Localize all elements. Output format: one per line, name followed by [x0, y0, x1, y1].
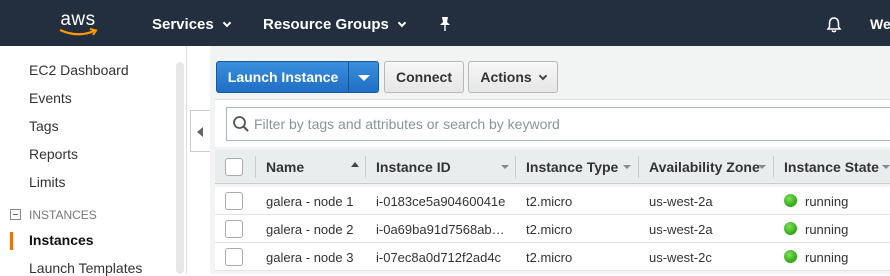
actions-label: Actions: [480, 69, 532, 85]
column-header-instance-id[interactable]: Instance ID: [376, 159, 451, 175]
sort-icon[interactable]: [501, 165, 509, 169]
user-menu[interactable]: Welcome: [870, 16, 890, 32]
column-separator: [773, 156, 774, 178]
column-separator: [515, 156, 516, 178]
select-all-checkbox[interactable]: [225, 158, 243, 176]
column-header-instance-type[interactable]: Instance Type: [526, 159, 618, 175]
cell-name: galera - node 3: [266, 250, 354, 265]
cell-instance-type: t2.micro: [526, 222, 573, 237]
chevron-down-icon: [222, 18, 231, 28]
running-status-icon: [784, 250, 797, 263]
cell-availability-zone: us-west-2a: [649, 222, 713, 237]
column-separator: [365, 156, 366, 178]
sort-icon[interactable]: [758, 165, 766, 169]
table-header: Name Instance ID Instance Type Availabil…: [215, 150, 890, 184]
cell-instance-state: running: [805, 222, 849, 237]
sidebar-item-ec2-dashboard[interactable]: EC2 Dashboard: [29, 62, 129, 78]
pin-icon[interactable]: [438, 16, 452, 36]
notifications-bell-icon[interactable]: [826, 16, 842, 37]
resource-groups-menu[interactable]: Resource Groups: [263, 16, 407, 33]
services-menu[interactable]: Services: [152, 16, 231, 33]
cell-instance-state: running: [805, 250, 849, 265]
sidebar-scrollbar[interactable]: [176, 62, 184, 274]
row-checkbox[interactable]: [225, 220, 243, 238]
top-nav-bar: aws Services Resource Groups Welcome: [0, 0, 890, 46]
sidebar-item-tags[interactable]: Tags: [29, 118, 59, 134]
active-indicator: [10, 232, 13, 250]
launch-instance-button[interactable]: Launch Instance: [216, 61, 379, 93]
cell-availability-zone: us-west-2a: [649, 194, 713, 209]
smile-arrow-icon: [59, 28, 98, 36]
caret-down-icon[interactable]: [358, 75, 370, 81]
sidebar-group-label: INSTANCES: [29, 208, 97, 222]
column-header-availability-zone[interactable]: Availability Zone: [649, 159, 760, 175]
cell-name: galera - node 1: [266, 194, 354, 209]
actions-button[interactable]: Actions: [468, 61, 558, 93]
cell-instance-id: i-07ec8a0d712f2ad4c: [376, 250, 502, 265]
search-input[interactable]: [254, 112, 874, 136]
column-separator: [638, 156, 639, 178]
cell-instance-id: i-0183ce5a90460041e: [376, 194, 506, 209]
running-status-icon: [784, 194, 797, 207]
cell-availability-zone: us-west-2c: [649, 250, 712, 265]
sidebar-group-instances[interactable]: INSTANCES: [10, 208, 97, 222]
sidebar-divider: [186, 46, 187, 274]
sidebar-item-reports[interactable]: Reports: [29, 146, 78, 162]
table-row[interactable]: galera - node 2 i-0a69ba91d7568ab… t2.mi…: [215, 215, 890, 243]
column-header-instance-state[interactable]: Instance State: [784, 159, 879, 175]
launch-instance-label: Launch Instance: [227, 69, 339, 85]
running-status-icon: [784, 222, 797, 235]
chevron-down-icon: [538, 71, 547, 81]
cell-instance-id: i-0a69ba91d7568ab…: [376, 222, 505, 237]
cell-instance-state: running: [805, 194, 849, 209]
row-checkbox[interactable]: [225, 192, 243, 210]
table-row[interactable]: galera - node 3 i-07ec8a0d712f2ad4c t2.m…: [215, 243, 890, 271]
chevron-down-icon: [397, 18, 407, 28]
cell-name: galera - node 2: [266, 222, 354, 237]
aws-logo[interactable]: aws: [56, 9, 100, 39]
services-label: Services: [152, 16, 214, 33]
cell-instance-type: t2.micro: [526, 250, 573, 265]
sort-icon[interactable]: [623, 165, 631, 169]
search-icon: [232, 115, 250, 136]
sidebar-item-instances[interactable]: Instances: [29, 232, 94, 248]
split-divider: [348, 62, 349, 92]
column-separator: [255, 156, 256, 178]
sort-asc-icon[interactable]: [351, 162, 359, 167]
collapse-minus-icon: [10, 209, 21, 220]
sidebar-item-events[interactable]: Events: [29, 90, 72, 106]
connect-button[interactable]: Connect: [384, 61, 464, 93]
cell-instance-type: t2.micro: [526, 194, 573, 209]
sidebar-item-limits[interactable]: Limits: [29, 174, 66, 190]
column-header-name[interactable]: Name: [266, 159, 304, 175]
table-row[interactable]: galera - node 1 i-0183ce5a90460041e t2.m…: [215, 187, 890, 215]
resource-groups-label: Resource Groups: [263, 16, 389, 33]
row-checkbox[interactable]: [225, 248, 243, 266]
collapse-sidebar-button[interactable]: [190, 110, 210, 152]
sort-icon[interactable]: [882, 165, 890, 169]
